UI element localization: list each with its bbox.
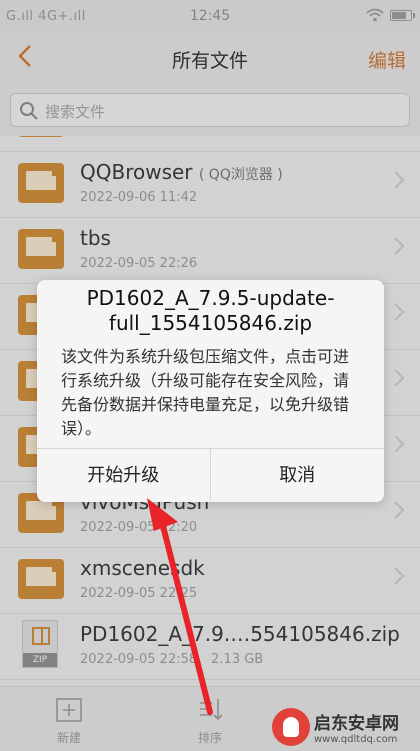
dialog-buttons: 开始升级 取消 (37, 448, 385, 503)
upgrade-dialog: PD1602_A_7.9.5-update- full_1554105846.z… (37, 280, 385, 503)
dialog-title-line1: PD1602_A_7.9.5-update- (86, 286, 335, 310)
dialog-message: 该文件为系统升级包压缩文件，点击可进行系统升级（升级可能存在安全风险，请先备份数… (61, 347, 350, 438)
watermark-name: 启东安卓网 (314, 714, 399, 734)
watermark-logo-icon (272, 708, 310, 746)
dialog-title-line2: full_1554105846.zip (108, 311, 313, 335)
start-upgrade-button[interactable]: 开始升级 (37, 449, 211, 503)
watermark: 启东安卓网 www.qdltdq.com (272, 708, 399, 746)
cancel-button[interactable]: 取消 (211, 449, 385, 503)
dialog-title: PD1602_A_7.9.5-update- full_1554105846.z… (53, 286, 368, 336)
watermark-url: www.qdltdq.com (314, 734, 398, 745)
